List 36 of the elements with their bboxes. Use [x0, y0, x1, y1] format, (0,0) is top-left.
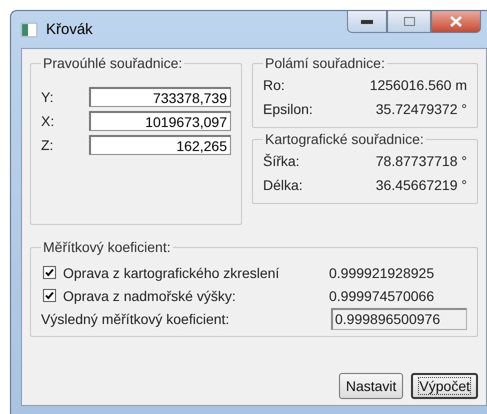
- group-label: Pravoúhlé souřadnice:: [42, 55, 184, 71]
- value-label: Šířka:: [263, 152, 300, 170]
- dialog-button[interactable]: Nastavit: [338, 373, 404, 399]
- value-label: Epsilon:: [263, 100, 313, 118]
- minimize-button[interactable]: [347, 11, 387, 33]
- dialog-button[interactable]: Výpočet: [411, 373, 478, 399]
- value-text: 78.87737718 °: [376, 152, 467, 170]
- input-field[interactable]: 162,265: [89, 135, 231, 155]
- maximize-button[interactable]: [387, 11, 431, 33]
- checkbox[interactable]: [43, 266, 56, 279]
- value-label: Ro:: [263, 76, 285, 94]
- checkbox-label[interactable]: Oprava z kartografického zkreslení: [63, 264, 280, 280]
- app-icon: [21, 22, 37, 36]
- value-text: 0.999921928925: [329, 264, 436, 280]
- input-field[interactable]: 1019673,097: [89, 111, 231, 131]
- checkbox[interactable]: [43, 289, 56, 302]
- close-button[interactable]: [431, 11, 481, 33]
- group-label: Polámí souřadnice:: [264, 55, 386, 71]
- close-icon: [450, 16, 462, 27]
- field-label: X:: [41, 113, 56, 129]
- window-title: Křovák: [46, 21, 93, 38]
- value-label: Délka:: [263, 176, 303, 194]
- result-label: Výsledný měřítkový koeficient:: [41, 310, 230, 326]
- group-label: Kartografické souřadnice:: [264, 131, 425, 147]
- value-text: 0.999974570066: [329, 288, 436, 304]
- field-label: Z:: [41, 137, 54, 153]
- field-label: Y:: [41, 89, 54, 105]
- input-field[interactable]: 733378,739: [89, 87, 231, 107]
- value-text: 36.45667219 °: [376, 176, 467, 194]
- checkbox-label[interactable]: Oprava z nadmořské výšky:: [63, 288, 236, 304]
- result-field[interactable]: 0.999896500976: [331, 308, 467, 330]
- value-text: 35.72479372 °: [376, 100, 467, 118]
- maximize-icon: [404, 17, 414, 26]
- minimize-icon: [361, 20, 373, 24]
- group-label: Měřítkový koeficient:: [42, 239, 172, 255]
- value-text: 1256016.560 m: [370, 76, 467, 94]
